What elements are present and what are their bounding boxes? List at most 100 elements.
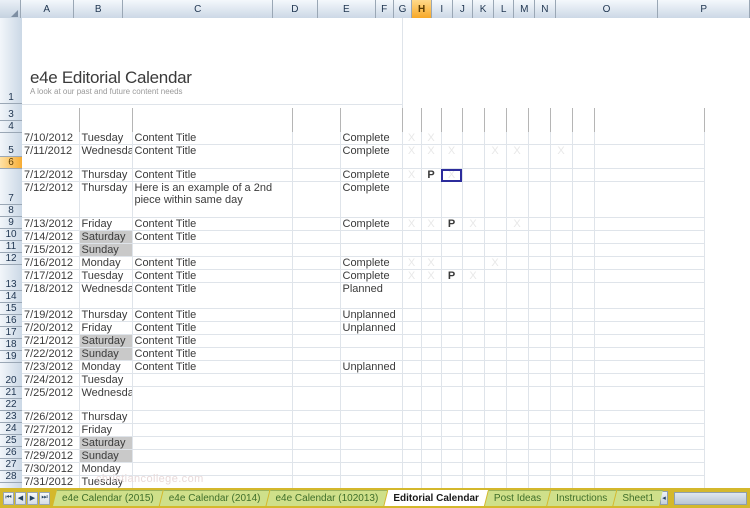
cell-release-date[interactable]: 7/10/2012 — [22, 132, 80, 145]
cell-status[interactable]: Unplanned — [340, 360, 403, 374]
cell-channel-tweet[interactable]: X — [402, 168, 422, 182]
cell-day-of-week[interactable]: Sunday — [79, 243, 133, 257]
cell-channel-other[interactable] — [550, 436, 573, 450]
cell-content-title[interactable] — [132, 475, 293, 488]
cell-owner[interactable] — [292, 410, 341, 424]
cell-channel-resource[interactable] — [506, 475, 529, 488]
row-header-27[interactable]: 27 — [0, 459, 22, 471]
cell-channel-website-update[interactable] — [484, 360, 507, 374]
cell-channel-resource[interactable] — [506, 308, 529, 322]
cell-channel-other[interactable] — [550, 256, 573, 270]
cell-channel-email-newsletter[interactable]: X — [462, 217, 485, 231]
cell-other-describe[interactable] — [572, 217, 595, 231]
cell-channel-facebook-post[interactable]: ? — [421, 321, 442, 335]
column-header-h[interactable]: H — [412, 0, 432, 18]
row-header-19[interactable]: 19 — [0, 351, 22, 363]
cell-channel-website-update[interactable] — [484, 168, 507, 182]
cell-channel-tweet[interactable] — [402, 449, 422, 463]
cell-owner[interactable] — [292, 360, 341, 374]
cell-channel-mailer[interactable] — [528, 436, 551, 450]
cell-channel-blog-post[interactable] — [441, 243, 463, 257]
cell-channel-other[interactable]: X — [550, 144, 573, 169]
cell-channel-facebook-post[interactable]: X — [421, 256, 442, 270]
cell-channel-other[interactable] — [550, 132, 573, 145]
cell-day-of-week[interactable]: Saturday — [79, 334, 133, 348]
row-header-4[interactable]: 4 — [0, 121, 22, 133]
cell-channel-blog-post[interactable] — [441, 230, 463, 244]
cell-channel-facebook-post[interactable] — [421, 449, 442, 463]
cell-channel-website-update[interactable] — [484, 386, 507, 411]
cell-channel-resource[interactable] — [506, 360, 529, 374]
cell-channel-tweet[interactable] — [402, 373, 422, 387]
cell-channel-mailer[interactable] — [528, 243, 551, 257]
cell-channel-other[interactable] — [550, 230, 573, 244]
cell-channel-facebook-post[interactable]: X — [421, 269, 442, 283]
cell-channel-website-update[interactable] — [484, 475, 507, 488]
row-header-21[interactable]: 21 — [0, 387, 22, 399]
cell-channel-email-newsletter[interactable] — [462, 347, 485, 361]
cell-channel-email-newsletter[interactable] — [462, 168, 485, 182]
cell-status[interactable]: Unplanned — [340, 308, 403, 322]
cell-owner[interactable] — [292, 373, 341, 387]
cell-release-date[interactable]: 7/25/2012 — [22, 386, 80, 411]
column-header-c[interactable]: C — [123, 0, 273, 18]
next-sheet-button[interactable]: ▶ — [27, 491, 38, 505]
row-header-20[interactable]: 20 — [0, 363, 22, 387]
cell-link[interactable] — [594, 256, 705, 270]
cell-status[interactable] — [340, 334, 403, 348]
cell-status[interactable] — [340, 373, 403, 387]
cell-channel-facebook-post[interactable] — [421, 360, 442, 374]
cell-channel-email-newsletter[interactable] — [462, 449, 485, 463]
cell-channel-resource[interactable] — [506, 436, 529, 450]
cell-other-describe[interactable] — [572, 308, 595, 322]
cell-channel-website-update[interactable] — [484, 181, 507, 218]
cell-other-describe[interactable] — [572, 373, 595, 387]
cell-other-describe[interactable] — [572, 436, 595, 450]
cell-channel-blog-post[interactable] — [441, 475, 463, 488]
row-header-6[interactable]: 6 — [0, 157, 22, 169]
cell-link[interactable] — [594, 410, 705, 424]
cell-other-describe[interactable] — [572, 334, 595, 348]
cell-release-date[interactable]: 7/12/2012 — [22, 168, 80, 182]
cell-channel-tweet[interactable]: X — [402, 217, 422, 231]
cell-content-title[interactable]: Content Title — [132, 321, 293, 335]
cell-channel-website-update[interactable] — [484, 269, 507, 283]
cell-channel-tweet[interactable] — [402, 230, 422, 244]
cell-channel-mailer[interactable] — [528, 282, 551, 309]
cell-channel-resource[interactable] — [506, 243, 529, 257]
cell-channel-other[interactable] — [550, 321, 573, 335]
cell-channel-mailer[interactable] — [528, 230, 551, 244]
cell-link[interactable] — [594, 347, 705, 361]
cell-other-describe[interactable] — [572, 243, 595, 257]
cell-day-of-week[interactable]: Friday — [79, 423, 133, 437]
cell-content-title[interactable]: Content Title — [132, 217, 293, 231]
cell-other-describe[interactable] — [572, 132, 595, 145]
row-header-25[interactable]: 25 — [0, 435, 22, 447]
row-header-22[interactable]: 22 — [0, 399, 22, 411]
cell-day-of-week[interactable]: Wednesday — [79, 386, 133, 411]
cell-status[interactable]: Cancelled — [340, 230, 403, 244]
cell-day-of-week[interactable]: Tuesday — [79, 373, 133, 387]
cell-link[interactable] — [594, 373, 705, 387]
cell-channel-mailer[interactable] — [528, 269, 551, 283]
cell-channel-email-newsletter[interactable] — [462, 230, 485, 244]
cell-status[interactable]: Complete — [340, 168, 403, 182]
cell-day-of-week[interactable]: Sunday — [79, 347, 133, 361]
cell-channel-blog-post[interactable] — [441, 360, 463, 374]
cell-channel-other[interactable] — [550, 360, 573, 374]
column-header-l[interactable]: L — [493, 0, 515, 18]
cell-link[interactable] — [594, 144, 705, 169]
cell-channel-resource[interactable] — [506, 181, 529, 218]
horizontal-scrollbar[interactable] — [674, 491, 747, 505]
cell-owner[interactable] — [292, 243, 341, 257]
cell-content-title[interactable]: Content Title — [132, 282, 293, 309]
row-header-14[interactable]: 14 — [0, 291, 22, 303]
cell-release-date[interactable]: 7/23/2012 — [22, 360, 80, 374]
cell-content-title[interactable] — [132, 423, 293, 437]
sheet-tab-e4e-calendar-2015[interactable]: e4e Calendar (2015) — [53, 490, 163, 506]
cell-release-date[interactable]: 7/17/2012 — [22, 269, 80, 283]
cell-day-of-week[interactable]: Wednesday — [79, 144, 133, 169]
cell-channel-email-newsletter[interactable] — [462, 321, 485, 335]
cell-channel-website-update[interactable]: ? — [484, 321, 507, 335]
cell-content-title[interactable] — [132, 373, 293, 387]
